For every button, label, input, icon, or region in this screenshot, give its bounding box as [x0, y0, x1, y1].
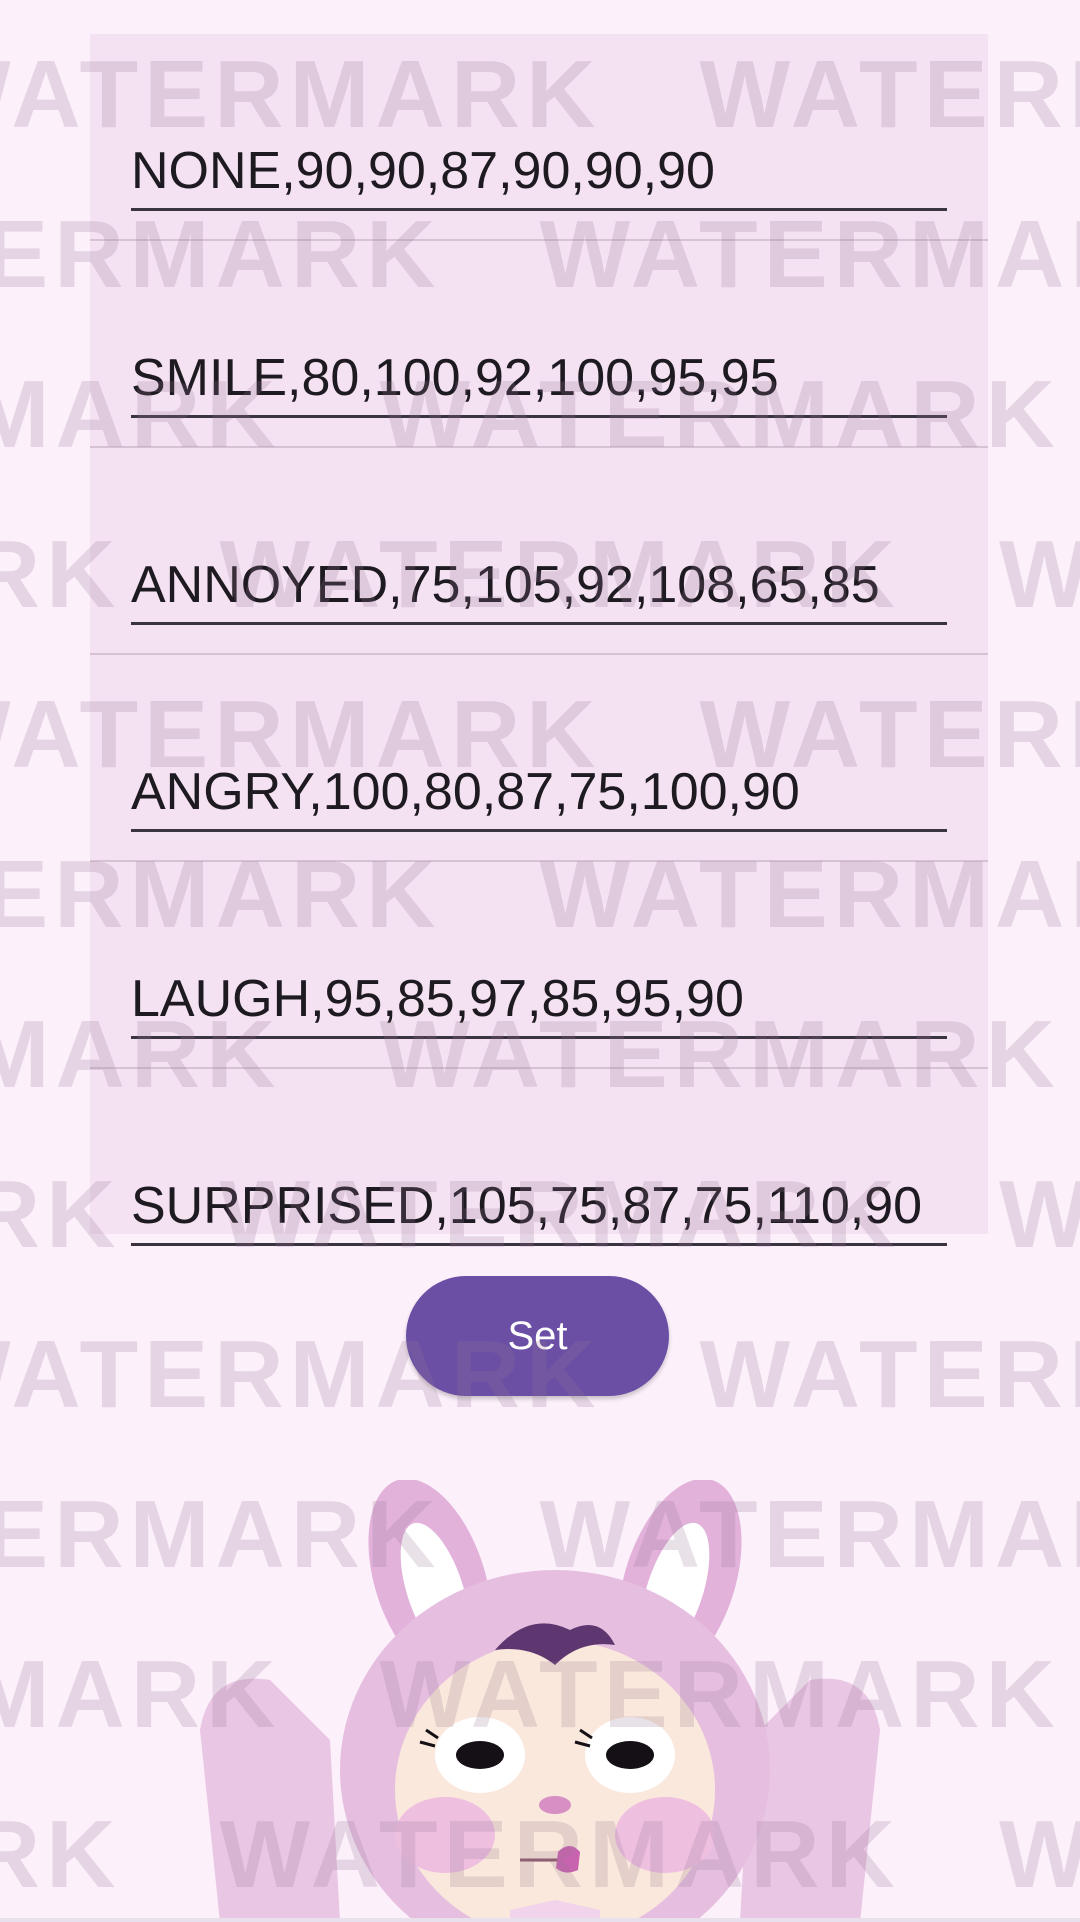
expression-input-surprised[interactable]: SURPRISED,105,75,87,75,110,90 [131, 1169, 947, 1246]
bunny-hood-character-icon [200, 1480, 880, 1922]
bottom-edge [0, 1918, 1080, 1922]
expression-row-smile: SMILE,80,100,92,100,95,95 [90, 241, 988, 448]
expression-row-laugh: LAUGH,95,85,97,85,95,90 [90, 862, 988, 1069]
expression-input-annoyed[interactable]: ANNOYED,75,105,92,108,65,85 [131, 548, 947, 625]
expression-row-angry: ANGRY,100,80,87,75,100,90 [90, 655, 988, 862]
expression-row-surprised: SURPRISED,105,75,87,75,110,90 [90, 1069, 988, 1276]
set-button[interactable]: Set [406, 1276, 669, 1396]
expression-input-smile[interactable]: SMILE,80,100,92,100,95,95 [131, 341, 947, 418]
expression-input-none[interactable]: NONE,90,90,87,90,90,90 [131, 134, 947, 211]
expression-input-laugh[interactable]: LAUGH,95,85,97,85,95,90 [131, 962, 947, 1039]
expression-input-angry[interactable]: ANGRY,100,80,87,75,100,90 [131, 755, 947, 832]
expression-row-annoyed: ANNOYED,75,105,92,108,65,85 [90, 448, 988, 655]
expression-row-none: NONE,90,90,87,90,90,90 [90, 34, 988, 241]
